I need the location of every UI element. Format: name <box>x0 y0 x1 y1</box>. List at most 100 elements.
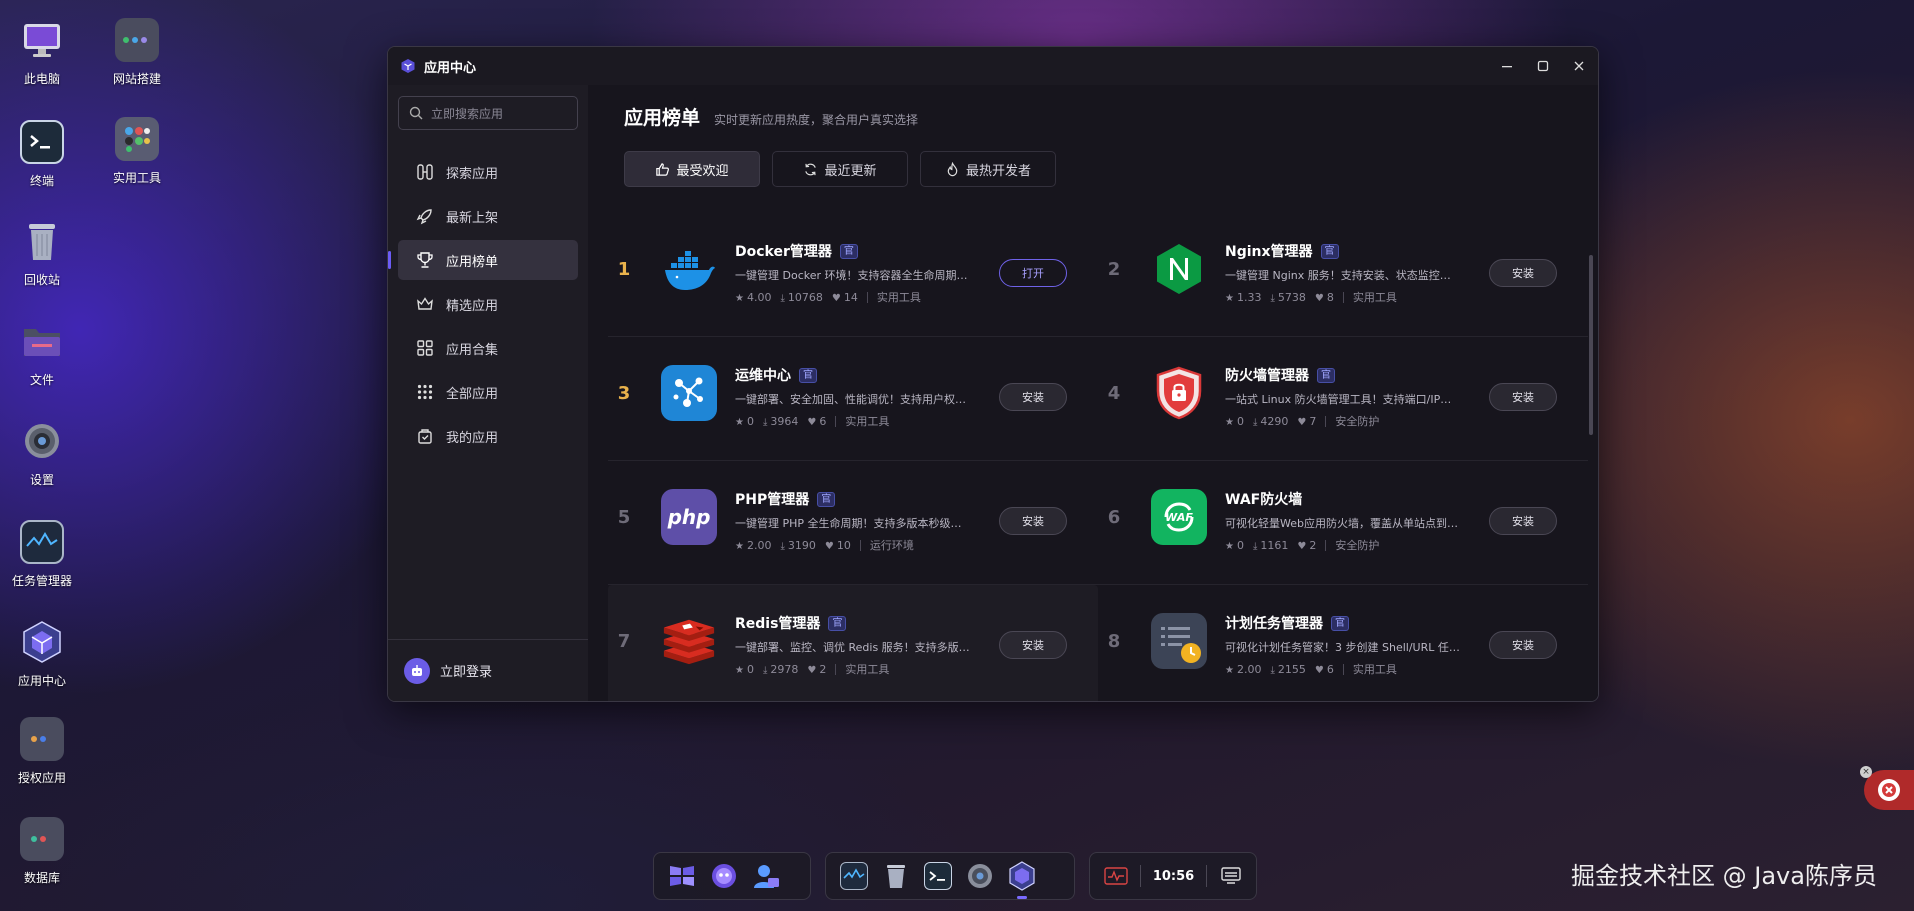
sidebar-item-label: 应用榜单 <box>446 254 499 270</box>
star-icon: ★ <box>1225 540 1234 552</box>
tab-hottest-developers[interactable]: 最热开发者 <box>920 151 1056 187</box>
gear-icon[interactable] <box>966 862 994 890</box>
desktop-icon[interactable] <box>1219 862 1242 890</box>
install-button[interactable]: 安装 <box>999 383 1067 411</box>
monitor-pulse-icon[interactable] <box>1104 862 1128 890</box>
desktop-icon-terminal[interactable]: 终端 <box>0 120 84 189</box>
install-button[interactable]: 安装 <box>1489 631 1557 659</box>
app-card-nginx[interactable]: 2 Nginx管理器官 一键管理 Nginx 服务！支持安装、状态监控… ★ 1.… <box>1098 213 1588 337</box>
heart-icon: ♥ <box>807 664 817 676</box>
desktop-icon-label: 网站搭建 <box>112 72 161 86</box>
app-description: 一键管理 Nginx 服务！支持安装、状态监控… <box>1225 269 1451 282</box>
crown-icon <box>417 297 433 310</box>
sidebar-item-featured[interactable]: 精选应用 <box>398 284 578 324</box>
rank-number: 6 <box>1107 507 1121 528</box>
close-icon[interactable]: × <box>1860 766 1872 778</box>
app-card-ops-center[interactable]: 3 运维中心官 一键部署、安全加固、性能调优！支持用户权… ★ 0 ⤓ 3964 ♥… <box>608 337 1098 461</box>
install-button[interactable]: 安装 <box>999 507 1067 535</box>
install-button[interactable]: 安装 <box>999 631 1067 659</box>
install-button[interactable]: 安装 <box>1489 383 1557 411</box>
assistant-icon[interactable] <box>710 862 738 890</box>
heart-icon: ♥ <box>1297 416 1307 428</box>
desktop-icon-label: 文件 <box>29 373 54 387</box>
trash-icon[interactable] <box>882 862 910 890</box>
clock[interactable]: 10:56 <box>1153 869 1194 884</box>
app-card-firewall[interactable]: 4 防火墙管理器官 一站式 Linux 防火墙管理工具！支持端口/IP… ★ 0 … <box>1098 337 1588 461</box>
scrollbar[interactable] <box>1589 255 1593 435</box>
redis-icon <box>661 613 717 669</box>
star-icon: ★ <box>1225 664 1234 676</box>
app-likes: 10 <box>836 538 851 552</box>
install-button[interactable]: 安装 <box>1489 507 1557 535</box>
desktop-icon-database[interactable]: 数据库 <box>0 817 84 886</box>
app-name: 计划任务管理器 <box>1225 616 1323 632</box>
app-meta: ★ 0 ⤓ 1161 ♥ 2 安全防护 <box>1225 537 1379 553</box>
app-card-redis[interactable]: 7 Redis管理器官 一键部署、监控、调优 Redis 服务！支持多版… ★ 0… <box>608 585 1098 701</box>
sidebar-item-label: 我的应用 <box>446 430 499 446</box>
folder-icon <box>20 319 64 363</box>
taskbar-group-tray: 10:56 <box>1089 852 1257 900</box>
terminal-icon[interactable] <box>924 862 952 890</box>
sidebar-item-label: 全部应用 <box>446 386 499 402</box>
desktop-icon-files[interactable]: 文件 <box>0 319 84 388</box>
sidebar-item-all[interactable]: 全部应用 <box>398 372 578 412</box>
desktop-icon-task-manager[interactable]: 任务管理器 <box>0 520 84 589</box>
minimize-button[interactable] <box>1500 59 1514 73</box>
open-button[interactable]: 打开 <box>999 259 1067 287</box>
floating-widget[interactable]: × <box>1860 766 1914 810</box>
star-icon: ★ <box>1225 416 1234 428</box>
app-rating: 4.00 <box>746 290 772 304</box>
search-input[interactable]: 立即搜索应用 <box>398 96 578 130</box>
desktop-icon-label: 实用工具 <box>112 171 161 185</box>
desktop-icon-settings[interactable]: 设置 <box>0 419 84 488</box>
star-icon: ★ <box>1225 292 1234 304</box>
desktop-icon-website[interactable]: 网站搭建 <box>95 18 179 87</box>
login-label: 立即登录 <box>440 665 493 680</box>
login-button[interactable]: 立即登录 <box>388 639 588 701</box>
app-category: 实用工具 <box>845 663 890 676</box>
title-bar[interactable]: 应用中心 <box>388 47 1598 85</box>
rank-number: 7 <box>617 631 631 652</box>
download-icon: ⤓ <box>1270 664 1275 676</box>
launcher-icon[interactable] <box>668 862 696 890</box>
svg-text:WAF: WAF <box>1165 511 1193 524</box>
desktop-icon-app-center[interactable]: 应用中心 <box>0 620 84 689</box>
app-card-php[interactable]: 5 php PHP管理器官 一键管理 PHP 全生命周期！支持多版本秒级… ★ 2… <box>608 461 1098 585</box>
sidebar-item-collections[interactable]: 应用合集 <box>398 328 578 368</box>
star-icon: ★ <box>735 664 744 676</box>
page-title: 应用榜单 <box>624 107 701 129</box>
tab-recently-updated[interactable]: 最近更新 <box>772 151 908 187</box>
sidebar-item-my-apps[interactable]: 我的应用 <box>398 416 578 456</box>
app-name: 防火墙管理器 <box>1225 368 1309 384</box>
app-card-waf[interactable]: 6 WAF WAF防火墙 可视化轻量Web应用防火墙，覆盖从单站点到… ★ 0 ⤓… <box>1098 461 1588 585</box>
sidebar-item-explore[interactable]: 探索应用 <box>398 152 578 192</box>
app-card-cron[interactable]: 8 计划任务管理器官 可视化计划任务管家！3 步创建 Shell/URL 任… … <box>1098 585 1588 701</box>
explore-icon <box>417 164 433 180</box>
rank-number: 4 <box>1107 383 1121 404</box>
taskbar-group-apps <box>653 852 811 900</box>
tab-most-popular[interactable]: 最受欢迎 <box>624 151 760 187</box>
user-icon[interactable] <box>752 862 780 890</box>
app-description: 一键管理 PHP 全生命周期！支持多版本秒级… <box>735 517 962 530</box>
window-title: 应用中心 <box>424 60 477 76</box>
tab-label: 最受欢迎 <box>676 163 729 179</box>
activity-icon[interactable] <box>840 862 868 890</box>
app-description: 可视化轻量Web应用防火墙，覆盖从单站点到… <box>1225 517 1458 530</box>
rank-number: 2 <box>1107 259 1121 280</box>
sidebar-item-rankings[interactable]: 应用榜单 <box>388 240 578 280</box>
avatar <box>404 657 430 684</box>
svg-text:php: php <box>667 505 711 529</box>
close-button[interactable] <box>1572 59 1586 73</box>
app-category: 运行环境 <box>869 539 914 552</box>
desktop-icon-recycle-bin[interactable]: 回收站 <box>0 219 84 288</box>
desktop-icon-licensed-apps[interactable]: 授权应用 <box>0 717 84 786</box>
sidebar-item-new[interactable]: 最新上架 <box>398 196 578 236</box>
app-card-docker[interactable]: 1 Docker管理器官 一键管理 Docker 环境！支持容器全生命周期… ★… <box>608 213 1098 337</box>
app-center-icon[interactable] <box>1008 861 1036 899</box>
page-subtitle: 实时更新应用热度，聚合用户真实选择 <box>714 113 919 127</box>
desktop-icon-this-pc[interactable]: 此电脑 <box>0 18 84 87</box>
maximize-button[interactable] <box>1536 59 1550 73</box>
install-button[interactable]: 安装 <box>1489 259 1557 287</box>
desktop-icon-utilities[interactable]: 实用工具 <box>95 117 179 186</box>
desktop-icon-label: 终端 <box>29 174 54 188</box>
